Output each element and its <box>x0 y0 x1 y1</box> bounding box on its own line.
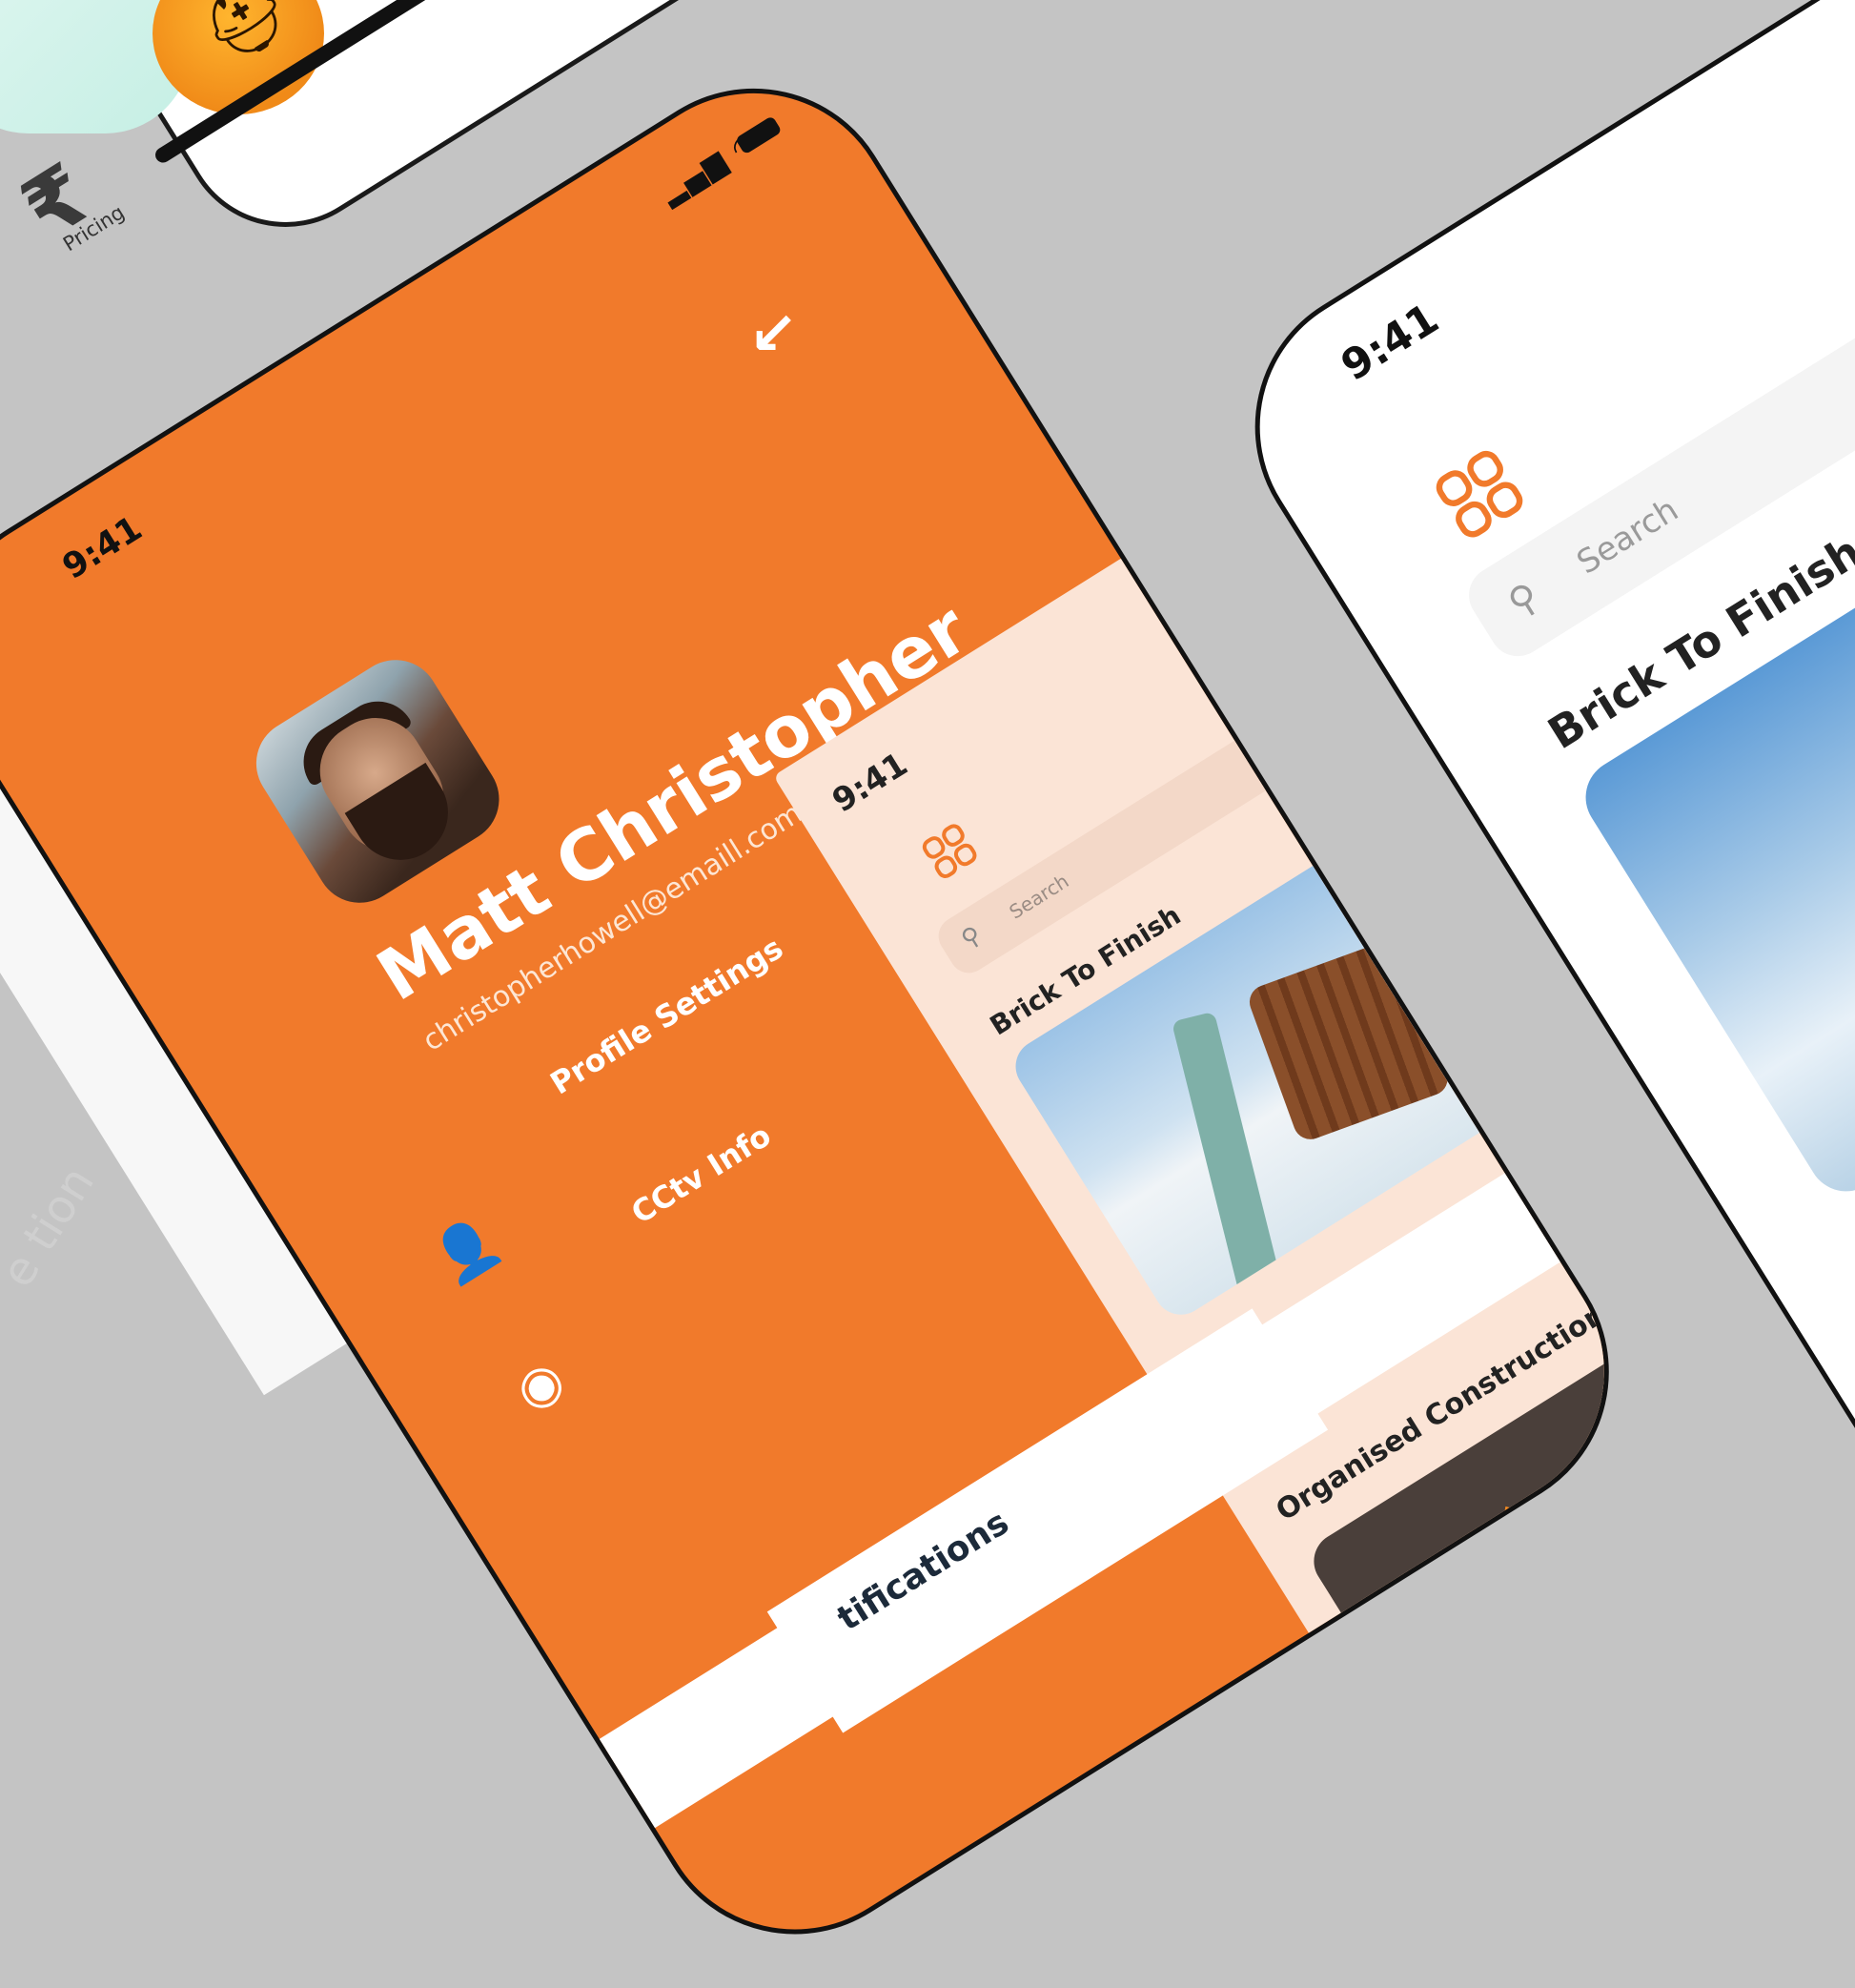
preview-status-time: 9:41 <box>826 745 915 821</box>
status-time: 9:41 <box>1333 294 1448 391</box>
menu-item-cctv-info[interactable]: CCtv Info <box>552 1117 777 1277</box>
carousel-dots[interactable] <box>1546 1078 1613 1129</box>
grid-menu-icon[interactable] <box>1427 441 1532 546</box>
faint-caption: e tion <box>0 1158 105 1297</box>
top-center-phone <box>1068 0 1476 22</box>
search-input[interactable]: ⚲ Search <box>931 626 1448 980</box>
cctv-camera-icon: ◉ <box>504 1347 575 1423</box>
know-more-button[interactable]: Know More <box>1526 1592 1663 1730</box>
card-title: Single Window Solution <box>1490 1530 1661 1656</box>
menu-item-user[interactable]: 👤 <box>423 1197 528 1294</box>
back-arrow-icon[interactable]: ↙ <box>748 298 798 368</box>
house-icon: ⌂ <box>1464 1465 1571 1587</box>
grid-menu-icon[interactable] <box>917 818 983 884</box>
user-icon: 👤 <box>423 1207 510 1293</box>
menu-item-label: CCtv Info <box>624 1117 778 1232</box>
search-icon: ⚲ <box>956 920 988 955</box>
search-icon: ⚲ <box>1500 574 1548 626</box>
status-time: 9:41 <box>55 508 150 587</box>
menu-item-profile-settings[interactable]: Profile Settings <box>471 930 789 1147</box>
user-icon <box>480 1086 553 1132</box>
construction-worker-icon: ⛑ <box>187 0 304 76</box>
search-placeholder: Search <box>1005 869 1073 924</box>
menu-item-cctv[interactable]: ◉ <box>504 1325 609 1422</box>
search-placeholder: Search <box>1570 490 1685 583</box>
notifications-label: tifications <box>830 1503 1016 1639</box>
